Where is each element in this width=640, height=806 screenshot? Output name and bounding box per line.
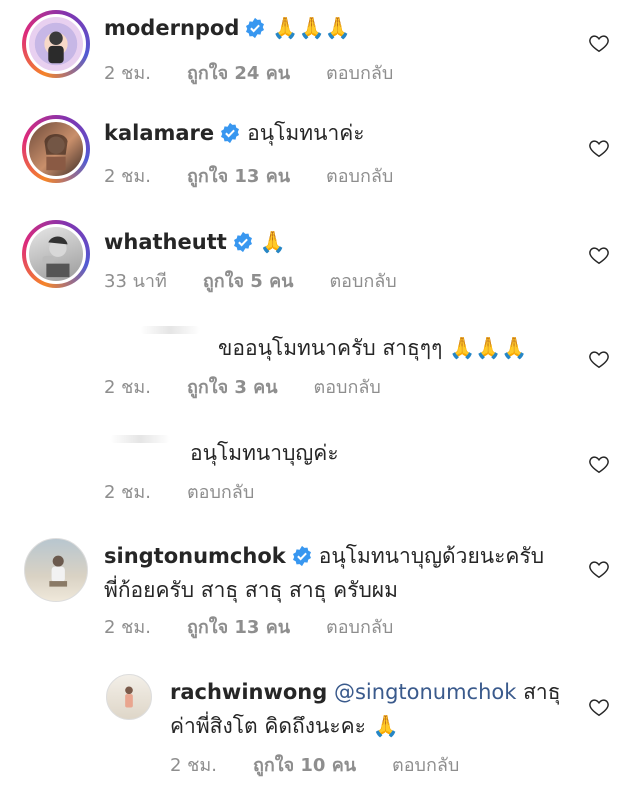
avatar[interactable] (22, 220, 90, 288)
comment-emoji: 🙏🙏🙏 (449, 336, 528, 360)
likes-link[interactable]: ถูกใจ 5 คน (203, 271, 294, 292)
verified-badge-icon (221, 122, 240, 144)
comment-time: 2 ชม. (104, 166, 151, 187)
comment-text: อนุโมทนาบุญด้วยนะครับ (318, 544, 545, 568)
comment-item: singtonumchok อนุโมทนาบุญด้วยนะครับ พี่ก้… (0, 530, 640, 650)
reply-button[interactable]: ตอบกลับ (326, 166, 393, 187)
likes-link[interactable]: ถูกใจ 24 คน (187, 63, 290, 84)
comment-time: 2 ชม. (104, 617, 151, 638)
heart-icon[interactable] (588, 696, 610, 718)
comment-text-line2: ค่าพี่สิงโต คิดถึงนะคะ (170, 714, 366, 738)
username[interactable]: modernpod (104, 16, 239, 40)
comment-item: kalamare อนุโมทนาค่ะ 2 ชม. ถูกใจ 13 คน ตอบก… (0, 105, 640, 205)
verified-badge-icon (292, 545, 311, 567)
likes-link[interactable]: ถูกใจ 10 คน (253, 755, 356, 776)
comment-time: 2 ชม. (104, 377, 151, 398)
mention-link[interactable]: @singtonumchok (334, 680, 516, 704)
reply-button[interactable]: ตอบกลับ (326, 617, 393, 638)
comment-emoji: 🙏 (372, 714, 399, 738)
comment-time: 2 ชม. (104, 63, 151, 84)
heart-icon[interactable] (588, 348, 610, 370)
comment-item: whatheutt 🙏 33 นาที ถูกใจ 5 คน ตอบกลับ (0, 210, 640, 310)
redacted-username (140, 326, 200, 334)
heart-icon[interactable] (588, 32, 610, 54)
reply-button[interactable]: ตอบกลับ (187, 482, 254, 503)
likes-link[interactable]: ถูกใจ 13 คน (187, 166, 290, 187)
comment-reply-item: rachwinwong @singtonumchok สาธุ ค่าพี่สิ… (0, 670, 640, 800)
comment-time: 33 นาที (104, 271, 167, 292)
avatar[interactable] (106, 674, 152, 720)
comment-text: ขออนุโมทนาครับ สาธุๆๆ (218, 336, 443, 360)
redacted-username (110, 435, 170, 443)
comment-item: ขออนุโมทนาครับ สาธุๆๆ 🙏🙏🙏 2 ชม. ถูกใจ 3 ค… (0, 320, 640, 420)
heart-icon[interactable] (588, 453, 610, 475)
avatar[interactable] (24, 538, 88, 602)
avatar[interactable] (22, 115, 90, 183)
verified-badge-icon (246, 17, 265, 39)
username[interactable]: singtonumchok (104, 544, 286, 568)
comment-text: สาธุ (523, 680, 561, 704)
comment-text: อนุโมทนาบุญค่ะ (190, 441, 339, 465)
likes-link[interactable]: ถูกใจ 13 คน (187, 617, 290, 638)
comment-emoji: 🙏🙏🙏 (272, 16, 351, 40)
reply-button[interactable]: ตอบกลับ (314, 377, 381, 398)
comment-item: อนุโมทนาบุญค่ะ 2 ชม. ตอบกลับ (0, 425, 640, 525)
verified-badge-icon (233, 231, 252, 253)
username[interactable]: rachwinwong (170, 680, 327, 704)
comment-time: 2 ชม. (104, 482, 151, 503)
reply-button[interactable]: ตอบกลับ (392, 755, 459, 776)
likes-link[interactable]: ถูกใจ 3 คน (187, 377, 278, 398)
comment-emoji: 🙏 (259, 230, 286, 254)
username[interactable]: kalamare (104, 121, 214, 145)
heart-icon[interactable] (588, 558, 610, 580)
reply-button[interactable]: ตอบกลับ (329, 271, 396, 292)
avatar[interactable] (22, 10, 90, 78)
comment-item: modernpod 🙏🙏🙏 2 ชม. ถูกใจ 24 คน ตอบกลับ (0, 0, 640, 100)
comment-text-line2: พี่ก้อยครับ สาธุ สาธุ สาธุ ครับผม (104, 578, 398, 602)
comment-time: 2 ชม. (170, 755, 217, 776)
heart-icon[interactable] (588, 137, 610, 159)
username[interactable]: whatheutt (104, 230, 227, 254)
heart-icon[interactable] (588, 244, 610, 266)
comment-text: อนุโมทนาค่ะ (247, 121, 365, 145)
reply-button[interactable]: ตอบกลับ (326, 63, 393, 84)
